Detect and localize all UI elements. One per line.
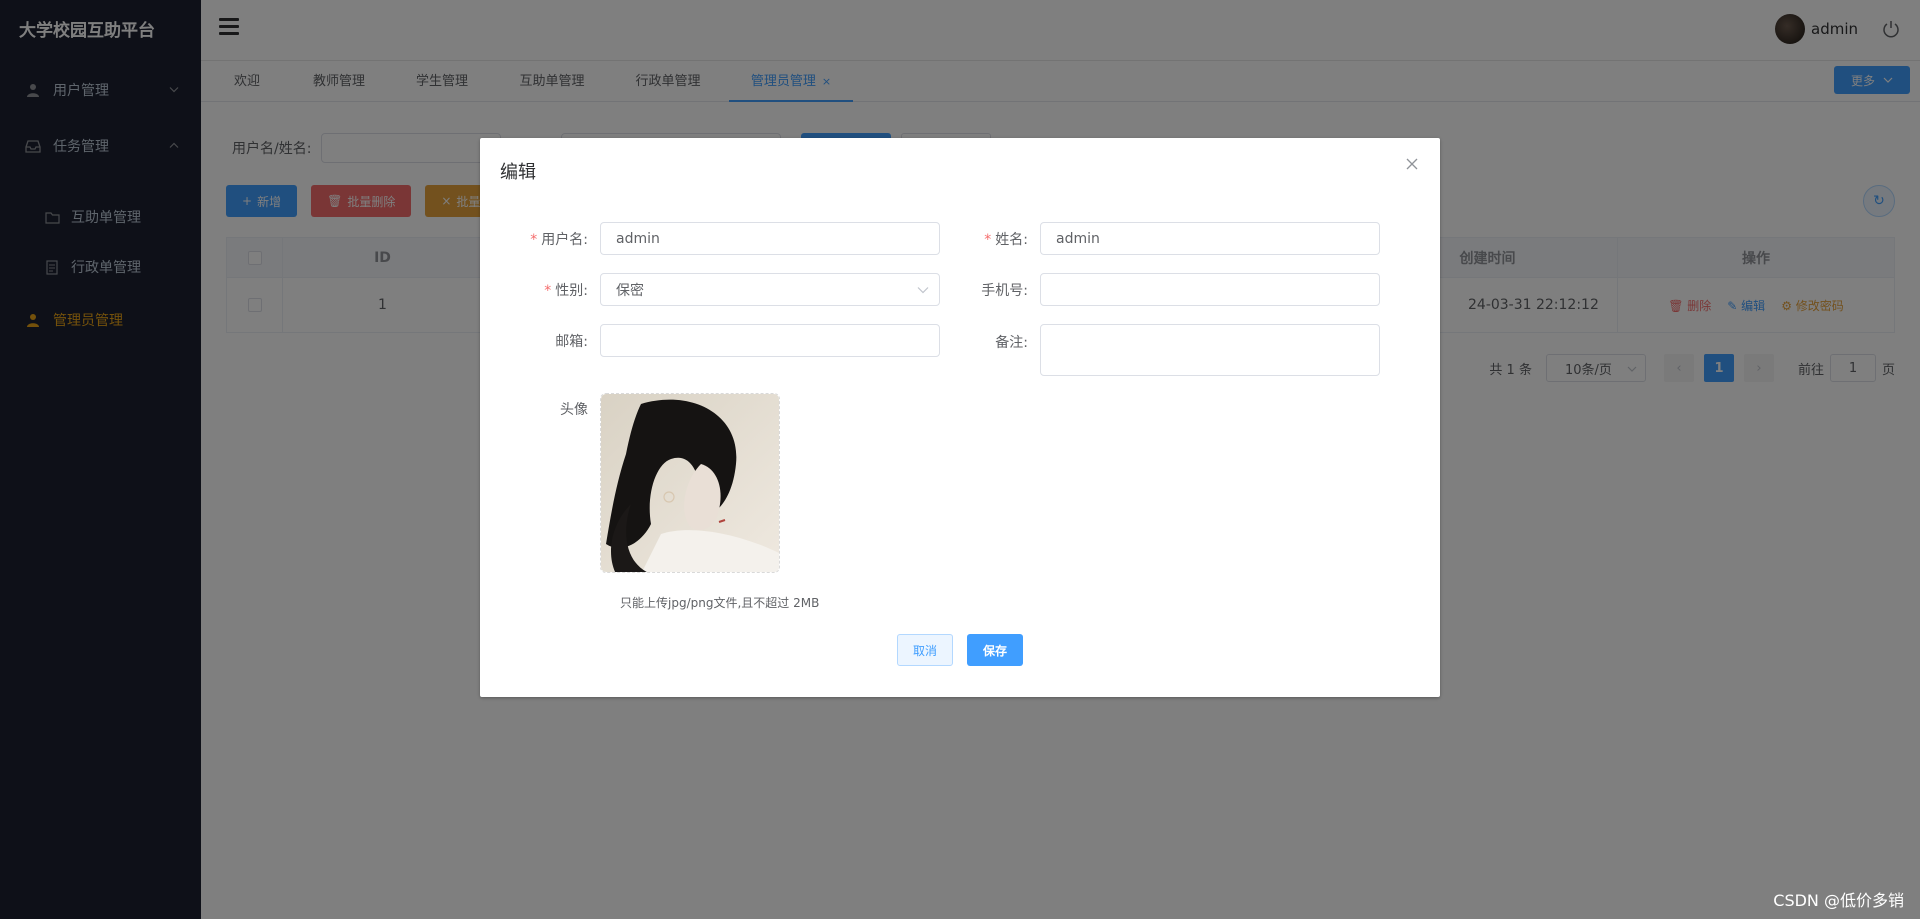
required-marker: * <box>530 231 538 248</box>
name-row: * 姓名: admin <box>920 222 1380 255</box>
name-label: * 姓名: <box>920 229 1040 249</box>
name-label-text: 姓名: <box>995 231 1028 248</box>
gender-select[interactable]: 保密 <box>600 273 940 306</box>
username-label: * 用户名: <box>480 229 600 249</box>
watermark: CSDN @低价多销 <box>1773 891 1904 910</box>
gender-value: 保密 <box>616 282 644 299</box>
username-field[interactable]: admin <box>600 222 940 255</box>
phone-field[interactable] <box>1040 273 1380 306</box>
remark-textarea[interactable] <box>1040 324 1380 376</box>
dialog-title: 编辑 <box>500 162 536 183</box>
gender-label: * 性别: <box>480 280 600 300</box>
email-label: 邮箱: <box>555 333 588 350</box>
remark-label: 备注: <box>995 335 1028 351</box>
avatar-label: 头像 <box>560 402 588 418</box>
username-label-text: 用户名: <box>541 231 588 248</box>
close-icon[interactable] <box>1404 156 1420 172</box>
email-row: 邮箱: <box>480 324 940 357</box>
avatar-uploader[interactable] <box>600 393 780 573</box>
username-row: * 用户名: admin <box>480 222 940 255</box>
phone-label: 手机号: <box>981 282 1028 299</box>
phone-row: 手机号: <box>920 273 1380 306</box>
cancel-button[interactable]: 取消 <box>897 634 953 666</box>
name-field[interactable]: admin <box>1040 222 1380 255</box>
avatar-row: 头像 <box>480 393 780 573</box>
edit-dialog: 编辑 * 用户名: admin * 姓名: admin * 性别: 保密 手机号: 邮… <box>480 138 1440 697</box>
required-marker: * <box>544 282 552 299</box>
save-button[interactable]: 保存 <box>967 634 1023 666</box>
avatar-image <box>601 394 779 572</box>
remark-row: 备注: <box>920 324 1380 376</box>
upload-tip: 只能上传jpg/png文件,且不超过 2MB <box>620 596 820 610</box>
email-field[interactable] <box>600 324 940 357</box>
gender-row: * 性别: 保密 <box>480 273 940 306</box>
gender-label-text: 性别: <box>555 282 588 299</box>
required-marker: * <box>984 231 992 248</box>
